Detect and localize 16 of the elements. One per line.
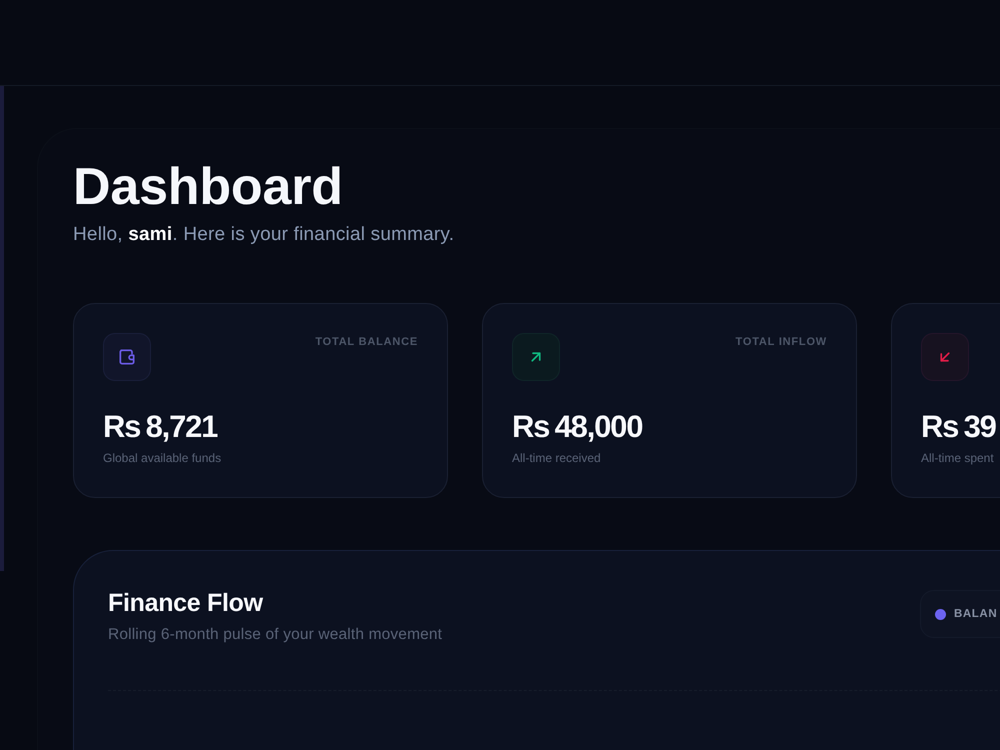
card-label: TOTAL INFLOW <box>736 336 827 348</box>
stat-value: Rs 39 <box>921 409 997 445</box>
stat-caption: Global available funds <box>103 451 222 465</box>
wallet-icon <box>103 333 151 381</box>
arrow-down-left-icon <box>921 333 969 381</box>
section-subtitle: Rolling 6-month pulse of your wealth movement <box>108 625 444 645</box>
stat-value: Rs 8,721 <box>103 409 218 445</box>
stat-caption: All-time spent <box>921 451 995 465</box>
section-title: Finance Flow <box>108 589 264 617</box>
stat-caption: All-time received <box>512 451 602 465</box>
legend-label: BALAN <box>954 608 998 620</box>
arrow-up-right-icon <box>512 333 560 381</box>
greeting-text: Hello, sami. Here is your financial summary. <box>73 223 456 247</box>
stat-value: Rs 48,000 <box>512 409 644 445</box>
card-label: TOTAL BALANCE <box>315 336 418 348</box>
page-title: Dashboard <box>73 157 344 217</box>
